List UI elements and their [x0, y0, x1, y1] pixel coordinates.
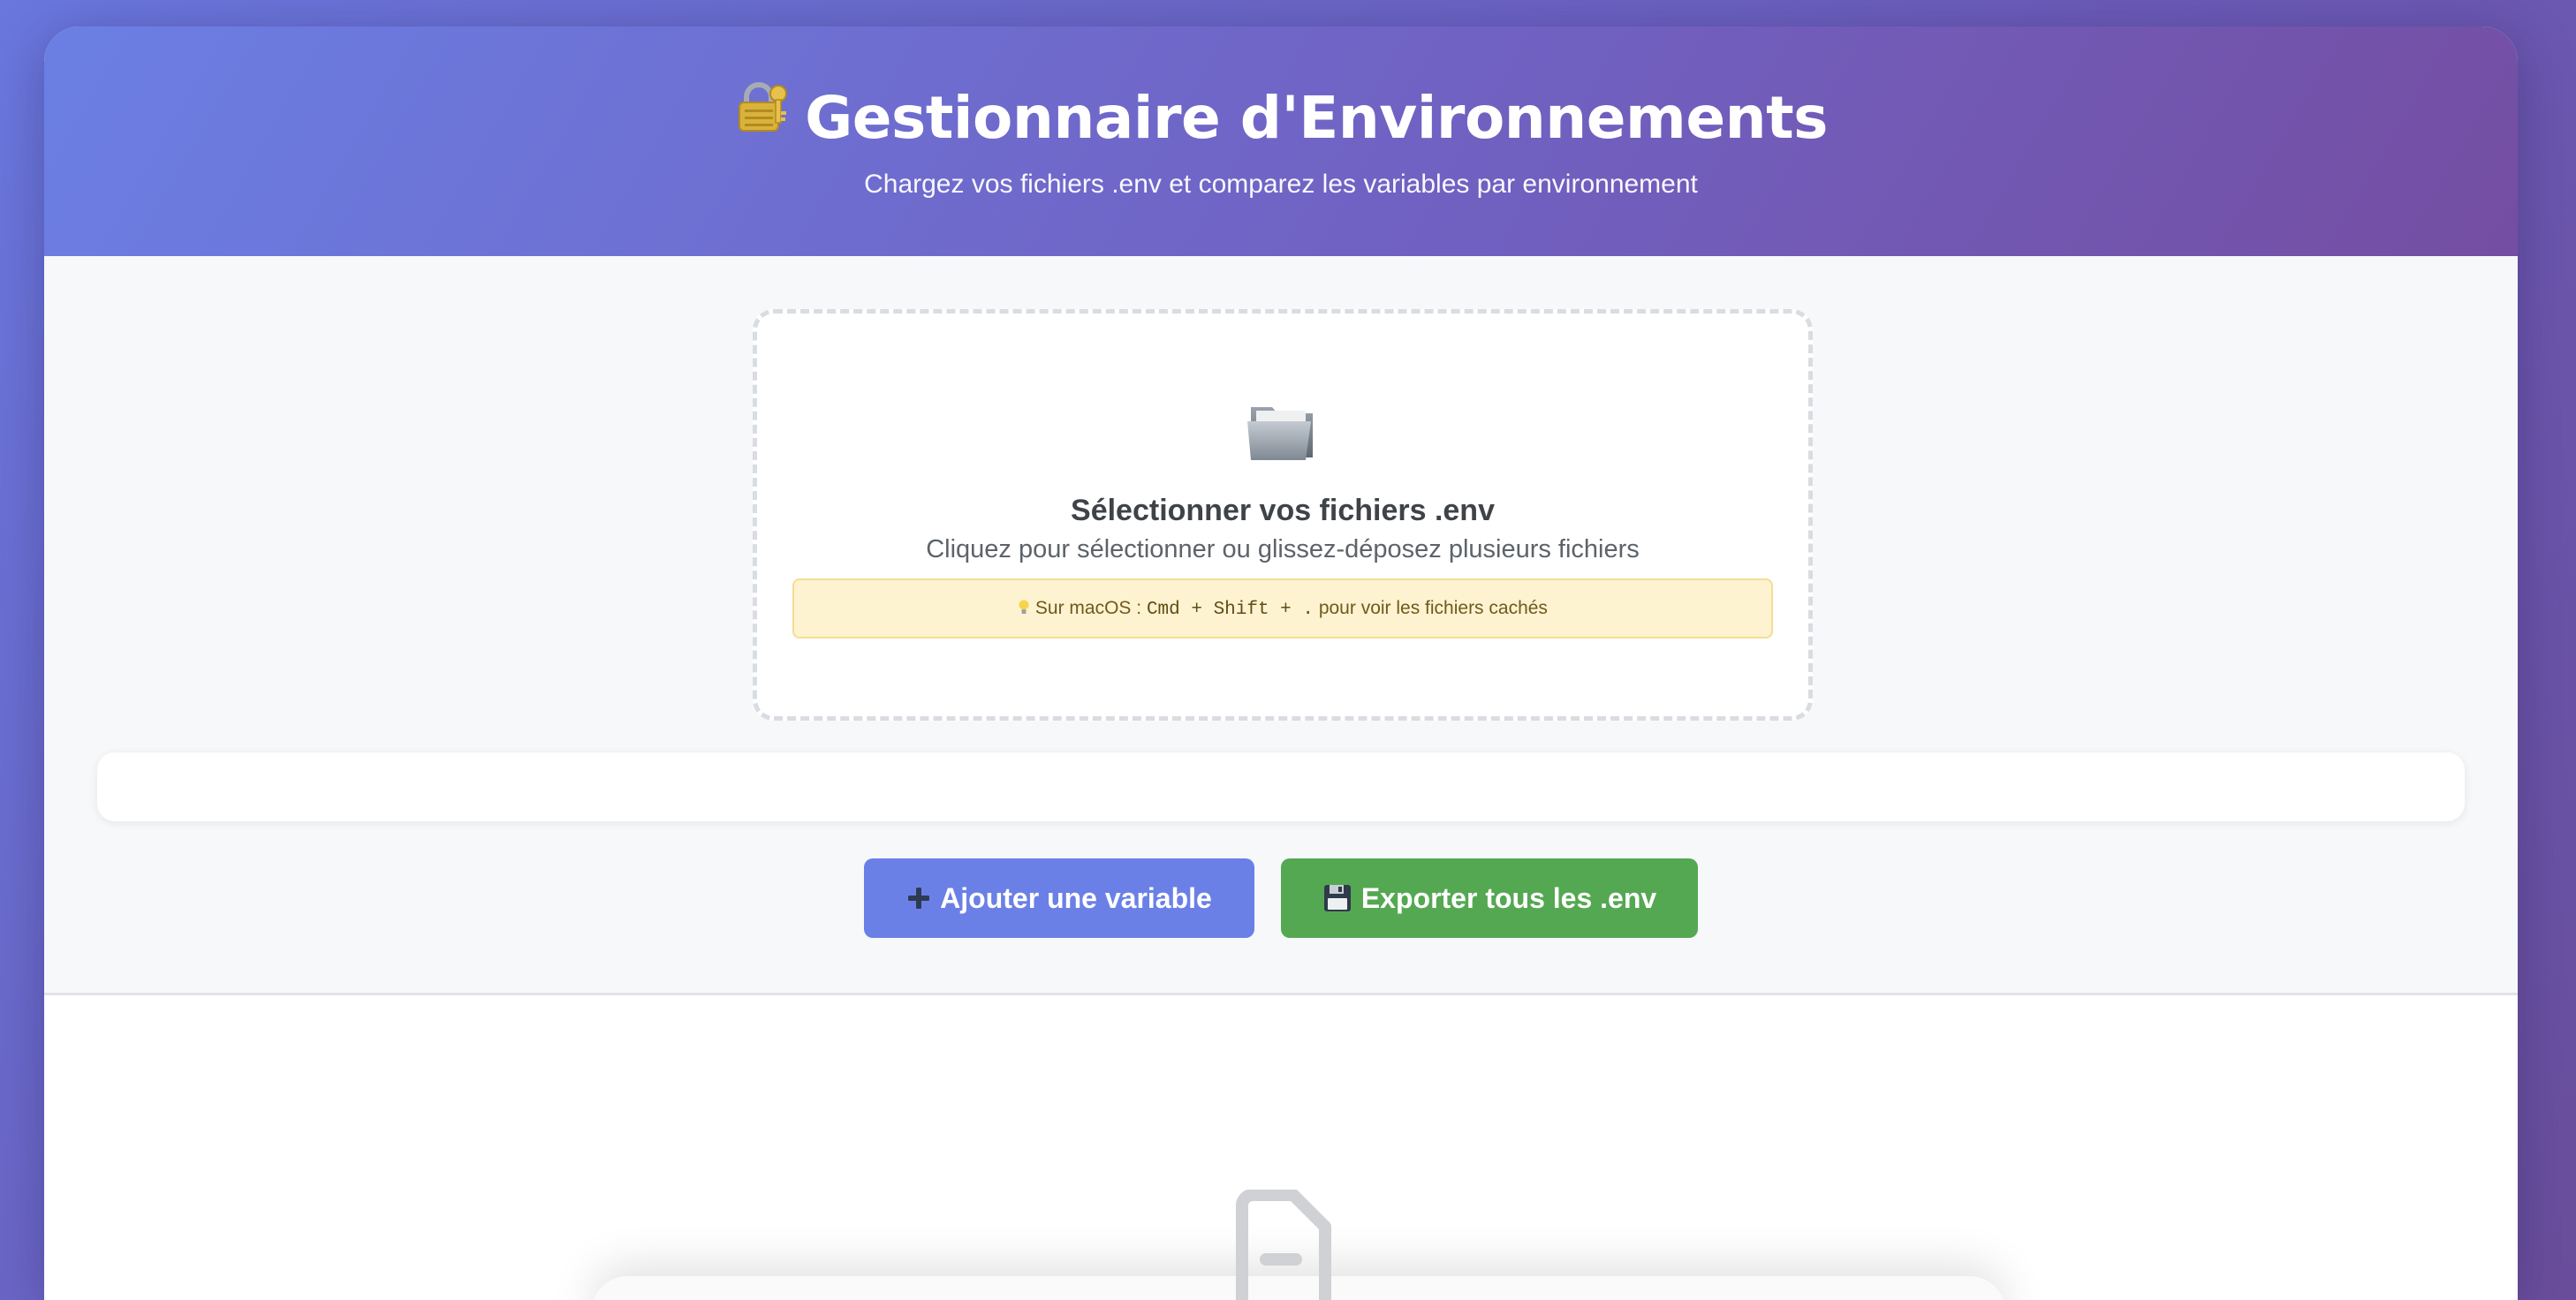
app-header: Gestionnaire d'Environnements Chargez vo… — [44, 26, 2518, 256]
tip-prefix: Sur macOS : — [1034, 598, 1142, 618]
floppy-disk-icon — [1322, 883, 1352, 913]
tip-suffix: pour voir les fichiers cachés — [1318, 598, 1548, 618]
variables-empty-state — [44, 995, 2518, 1300]
lightbulb-icon — [1018, 598, 1035, 618]
upload-title: Sélectionner vos fichiers .env — [1071, 494, 1495, 527]
page-title-text: Gestionnaire d'Environnements — [805, 84, 1828, 152]
export-all-label: Exporter tous les .env — [1360, 881, 1657, 914]
tip-shortcut: Cmd + Shift + . — [1146, 600, 1314, 620]
page-subtitle: Chargez vos fichiers .env et comparez le… — [864, 170, 1698, 199]
document-icon — [1219, 1189, 1343, 1300]
file-dropzone[interactable]: Sélectionner vos fichiers .env Cliquez p… — [753, 309, 1813, 721]
macos-tip: Sur macOS : Cmd + Shift + . pour voir le… — [792, 578, 1773, 639]
lock-with-key-icon — [734, 78, 791, 147]
app-container: Gestionnaire d'Environnements Chargez vo… — [44, 26, 2518, 1300]
controls-section: Sélectionner vos fichiers .env Cliquez p… — [44, 256, 2518, 995]
upload-description: Cliquez pour sélectionner ou glissez-dép… — [926, 535, 1640, 563]
folder-icon — [757, 395, 1808, 467]
file-status-bar — [97, 752, 2465, 821]
add-variable-button[interactable]: Ajouter une variable — [864, 858, 1254, 938]
page-title: Gestionnaire d'Environnements — [44, 26, 2518, 152]
add-variable-label: Ajouter une variable — [940, 881, 1212, 914]
export-all-button[interactable]: Exporter tous les .env — [1281, 858, 1698, 938]
plus-icon — [906, 886, 931, 911]
